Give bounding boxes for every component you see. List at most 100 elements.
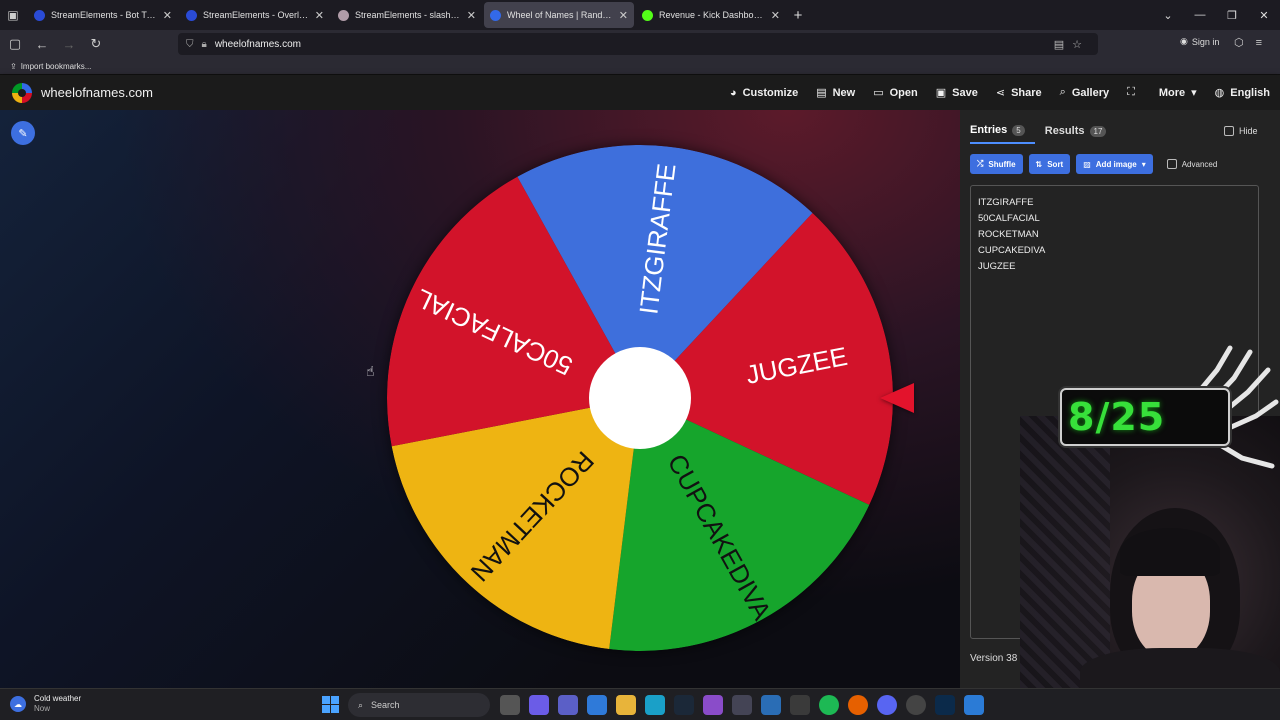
copilot-icon[interactable] — [529, 695, 549, 715]
search-placeholder: Search — [371, 700, 400, 710]
teams-icon[interactable] — [558, 695, 578, 715]
file-icon: ▤ — [816, 87, 827, 99]
photoshop-icon[interactable] — [935, 695, 955, 715]
browser-tab[interactable]: Wheel of Names | Random nam ✕ — [484, 2, 634, 28]
minimize-icon[interactable]: — — [1184, 9, 1216, 21]
checkbox-icon[interactable] — [1166, 159, 1177, 169]
sort-label: Sort — [1047, 159, 1064, 169]
header-menu: ◕ Customize ▤ New ▭ Open ▣ Save ⋖ Share ⌕ Gallery ⛶ M… — [730, 75, 1270, 110]
discord-icon[interactable] — [877, 695, 897, 715]
search-icon: ⌕ — [1059, 86, 1066, 98]
menu-label: Share — [1011, 86, 1042, 99]
back-icon[interactable]: ← — [30, 37, 54, 52]
site-name[interactable]: wheelofnames.com — [41, 85, 153, 100]
tab-label: StreamElements - Bot Timers — [51, 10, 157, 20]
chevron-down-icon[interactable]: ⌄ — [1152, 9, 1184, 22]
favicon-icon — [34, 9, 45, 21]
version-text: Version 38 — [970, 653, 1018, 664]
close-icon[interactable]: ✕ — [1248, 9, 1280, 22]
restore-icon[interactable]: ❐ — [1216, 9, 1248, 22]
reader-bookmark-icons[interactable]: ▤☆ — [1054, 38, 1090, 51]
app-icon[interactable] — [964, 695, 984, 715]
close-tab-icon[interactable]: ✕ — [467, 9, 476, 22]
wheel-center-hub[interactable] — [589, 347, 691, 449]
menu-item-new[interactable]: ▤ New — [816, 86, 855, 100]
checkbox-icon[interactable] — [1224, 126, 1234, 136]
menu-item-gallery[interactable]: ⌕ Gallery — [1060, 86, 1109, 99]
app-icon[interactable] — [790, 695, 810, 715]
close-tab-icon[interactable]: ✕ — [771, 9, 780, 22]
close-tab-icon[interactable]: ✕ — [619, 9, 628, 22]
menu-item-english[interactable]: ◍ English — [1215, 86, 1270, 100]
sort-button[interactable]: ⇅ Sort — [1028, 154, 1071, 174]
favicon-icon — [338, 9, 349, 21]
browser-nav-bar: ▢ ← → ↻ ⛉ 🔒︎ wheelofnames.com ▤☆ ◉ Sign … — [0, 30, 1280, 58]
obs-icon[interactable] — [906, 695, 926, 715]
weather-icon: ☁ — [10, 696, 26, 712]
logo-icon[interactable] — [12, 82, 32, 103]
os-taskbar: ☁ Cold weather Now ⌕ Search — [0, 688, 1280, 720]
window-controls: ⌄ — ❐ ✕ — [1152, 0, 1280, 30]
advanced-label: Advanced — [1181, 159, 1218, 169]
close-tab-icon[interactable]: ✕ — [163, 9, 172, 22]
close-tab-icon[interactable]: ✕ — [315, 9, 324, 22]
new-tab-icon[interactable]: + — [786, 7, 810, 24]
menu-item-open[interactable]: ▭ Open — [873, 86, 918, 100]
app-icon[interactable] — [703, 695, 723, 715]
tab-results[interactable]: Results 17 — [1045, 124, 1117, 144]
counter-text: 8/25 — [1068, 395, 1166, 439]
import-bookmarks-link[interactable]: Import bookmarks... — [21, 62, 92, 71]
entry-line: ITZGIRAFFE — [978, 197, 1034, 208]
extensions-menu-icons[interactable]: ⬡≡ — [1234, 36, 1274, 49]
add-image-button[interactable]: ▨ Add image ▾ — [1076, 154, 1153, 174]
steam-icon[interactable] — [674, 695, 694, 715]
spotify-icon[interactable] — [819, 695, 839, 715]
menu-label: English — [1230, 86, 1270, 99]
menu-item-save[interactable]: ▣ Save — [936, 86, 978, 100]
browser-tab[interactable]: StreamElements - Overlays ✕ — [180, 2, 330, 28]
advanced-checkbox[interactable]: Advanced — [1166, 159, 1218, 169]
shuffle-button[interactable]: ⤮ Shuffle — [970, 154, 1023, 174]
task-view-icon[interactable] — [500, 695, 520, 715]
photos-icon[interactable] — [761, 695, 781, 715]
webcam-person-bangs — [1120, 528, 1220, 576]
menu-item-customize[interactable]: ◕ Customize — [730, 87, 798, 99]
windows-start-icon[interactable] — [322, 696, 339, 713]
image-icon: ▨ — [1083, 159, 1091, 169]
browser-tab[interactable]: StreamElements - Bot Timers ✕ — [28, 2, 178, 28]
menu-label: Gallery — [1071, 86, 1110, 99]
hide-checkbox[interactable]: Hide — [1224, 126, 1258, 136]
tab-list-icon[interactable]: ▣ — [0, 0, 26, 30]
weather-label: Cold weather — [34, 694, 82, 703]
wheel[interactable]: ITZGIRAFFE JUGZEE CUPCAKEDIVA ROCKETMAN 50CA… — [387, 145, 893, 651]
edge-icon[interactable] — [645, 695, 665, 715]
tab-results-label: Results — [1044, 125, 1085, 137]
forward-icon[interactable]: → — [57, 37, 81, 52]
file-explorer-icon[interactable] — [616, 695, 636, 715]
browser-tab-bar: ▣ StreamElements - Bot Timers ✕ StreamEl… — [0, 0, 1280, 30]
menu-item-fullscreen[interactable]: ⛶ — [1127, 86, 1141, 99]
menu-item-more[interactable]: More ▾ — [1159, 86, 1197, 100]
taskbar-search[interactable]: ⌕ Search — [348, 693, 490, 717]
app-icon[interactable] — [732, 695, 752, 715]
tab-entries[interactable]: Entries 5 — [970, 124, 1035, 144]
menu-label: Customize — [742, 86, 799, 99]
bookmarks-bar: ⇪ Import bookmarks... — [0, 58, 1280, 75]
menu-item-share[interactable]: ⋖ Share — [996, 86, 1042, 100]
entry-line: 50CALFACIAL — [978, 213, 1040, 224]
reload-icon[interactable]: ↻ — [84, 36, 108, 52]
entries-count-badge: 5 — [1012, 124, 1025, 136]
store-icon[interactable] — [587, 695, 607, 715]
folder-icon: ▭ — [873, 87, 884, 99]
menu-label: Save — [952, 86, 978, 99]
shuffle-label: Shuffle — [988, 159, 1016, 169]
browser-tab[interactable]: StreamElements - slashley ✕ — [332, 2, 482, 28]
firefox-icon[interactable] — [848, 695, 868, 715]
edit-pencil-icon[interactable]: ✎ — [11, 121, 35, 145]
address-bar[interactable]: ⛉ 🔒︎ wheelofnames.com ▤☆ — [178, 33, 1098, 55]
weather-widget[interactable]: ☁ Cold weather Now — [10, 694, 81, 714]
sidebar-toggle-icon[interactable]: ▢ — [3, 36, 27, 52]
sign-in-button[interactable]: ◉ Sign in — [1180, 36, 1219, 47]
browser-tab[interactable]: Revenue - Kick Dashboard ✕ — [636, 2, 786, 28]
sort-icon: ⇅ — [1035, 159, 1043, 169]
